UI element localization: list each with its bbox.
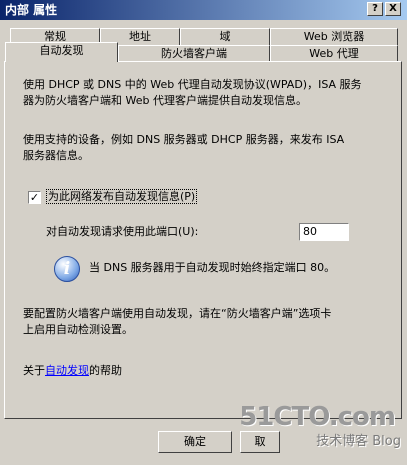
auto-discovery-panel: 使用 DHCP 或 DNS 中的 Web 代理自动发现协议(WPAD)，ISA …	[4, 61, 402, 419]
tab-firewall-client[interactable]: 防火墙客户端	[118, 45, 270, 62]
publish-checkbox[interactable]: ✓	[28, 191, 41, 204]
tab-web-proxy[interactable]: Web 代理	[270, 45, 398, 62]
intro-text-line2: 器为防火墙客户端和 Web 代理客户端提供自动发现信息。	[23, 94, 307, 107]
watermark-sub-text: 技术博客 Blog	[316, 434, 401, 449]
publish-checkbox-label-wrap[interactable]: 为此网络发布自动发现信息(P)	[46, 189, 198, 205]
cancel-button[interactable]: 取	[240, 431, 280, 453]
info-icon: i	[54, 256, 80, 282]
tab-auto-discovery[interactable]: 自动发现	[5, 42, 118, 62]
support-text-line2: 服务器信息。	[23, 149, 89, 162]
close-button[interactable]: X	[385, 2, 401, 16]
info-text: 当 DNS 服务器用于自动发现时始终指定端口 80。	[89, 261, 336, 274]
help-button[interactable]: ?	[367, 2, 383, 16]
help-prefix: 关于	[23, 364, 45, 377]
firewall-text-line1: 要配置防火墙客户端使用自动发现，请在“防火墙客户端”选项卡	[23, 307, 332, 320]
port-input[interactable]: 80	[299, 223, 349, 241]
help-suffix: 的帮助	[89, 364, 122, 377]
publish-checkbox-label[interactable]: 为此网络发布自动发现信息(P)	[46, 189, 198, 204]
help-line: 关于自动发现的帮助	[23, 363, 122, 379]
tab-domains[interactable]: 域	[180, 28, 270, 45]
firewall-text-line2: 上启用自动检测设置。	[23, 323, 133, 336]
support-text-line1: 使用支持的设备，例如 DNS 服务器或 DHCP 服务器，来发布 ISA	[23, 133, 345, 146]
window-title: 内部 属性	[5, 3, 58, 17]
ok-button[interactable]: 确定	[158, 431, 232, 453]
help-link[interactable]: 自动发现	[45, 364, 89, 377]
intro-text-line1: 使用 DHCP 或 DNS 中的 Web 代理自动发现协议(WPAD)，ISA …	[23, 78, 362, 91]
port-label: 对自动发现请求使用此端口(U):	[46, 225, 199, 238]
title-bar: 内部 属性	[0, 0, 407, 20]
tab-web-browser[interactable]: Web 浏览器	[270, 28, 398, 45]
